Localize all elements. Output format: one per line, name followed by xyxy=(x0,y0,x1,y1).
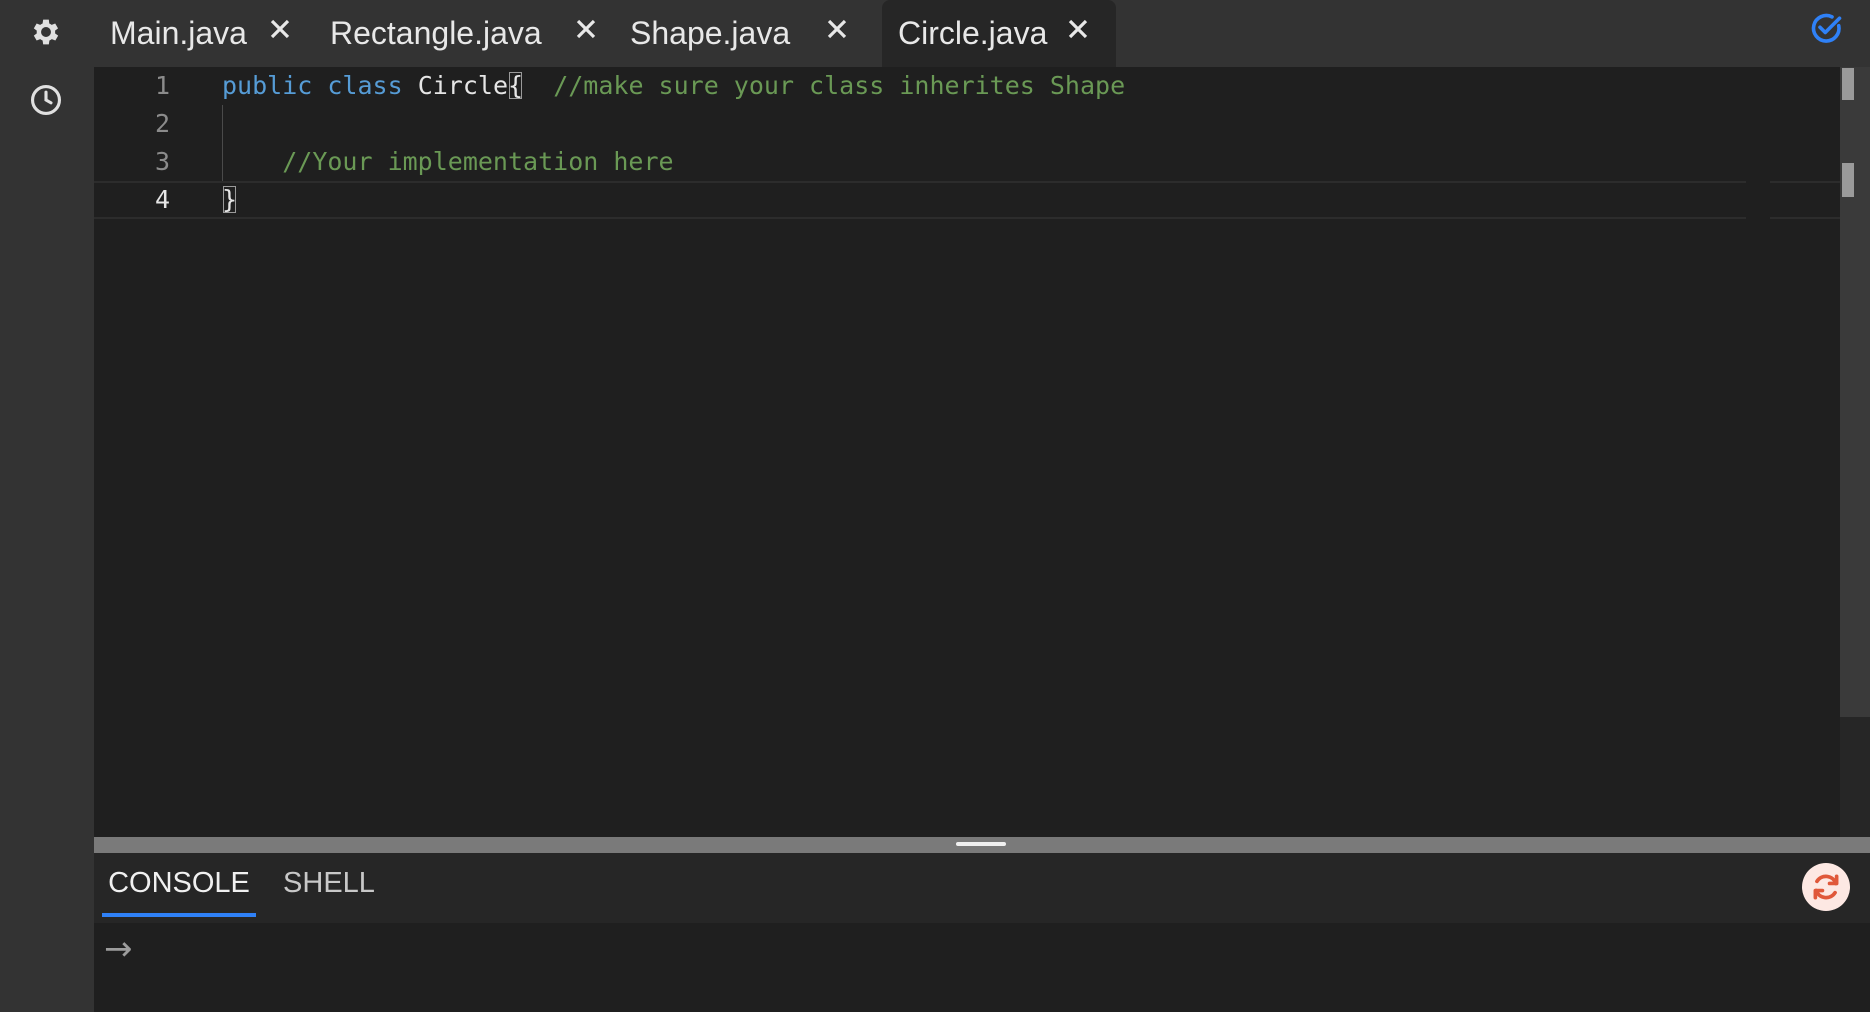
close-icon[interactable] xyxy=(825,17,849,45)
editor-tab-bar: Main.java Rectangle.java Shape.java Circ… xyxy=(94,0,1870,67)
comment-token: //make sure your class inherites Shape xyxy=(553,71,1126,100)
comment-token: //Your implementation here xyxy=(282,147,674,176)
close-icon-svg xyxy=(270,19,290,39)
gear-icon-svg xyxy=(33,19,59,45)
prompt-arrow-icon: → xyxy=(104,929,133,969)
tab-label: Shape.java xyxy=(630,15,791,51)
close-brace-token: } xyxy=(222,185,238,214)
code-line[interactable]: 3 //Your implementation here xyxy=(94,143,1840,181)
tab-console[interactable]: CONSOLE xyxy=(102,853,256,917)
console-output[interactable]: → xyxy=(94,923,1870,1012)
clock-icon-svg xyxy=(30,84,62,116)
console-panel: CONSOLE SHELL → xyxy=(94,853,1870,1012)
code-line[interactable]: 2 xyxy=(94,105,1840,143)
scrollbar-marker xyxy=(1842,163,1854,197)
check-circle-icon[interactable] xyxy=(1806,8,1846,48)
close-icon-svg xyxy=(1068,19,1088,39)
tab-label: Rectangle.java xyxy=(330,15,542,51)
close-icon[interactable] xyxy=(268,17,292,45)
left-rail xyxy=(0,0,94,1012)
tab-shell[interactable]: SHELL xyxy=(278,853,380,913)
keyword-token: class xyxy=(327,71,403,100)
restart-icon[interactable] xyxy=(1802,863,1850,911)
tab-label: Circle.java xyxy=(898,15,1048,51)
restart-icon-svg xyxy=(1813,874,1839,900)
scrollbar-marker xyxy=(1842,68,1854,100)
code-editor[interactable]: 1 public class Circle{ //make sure your … xyxy=(94,67,1840,837)
code-line[interactable]: 1 public class Circle{ //make sure your … xyxy=(94,67,1840,105)
open-brace-token: { xyxy=(508,71,524,100)
panel-resize-handle[interactable] xyxy=(94,837,1870,853)
line-number: 2 xyxy=(154,109,170,138)
tab-label: SHELL xyxy=(283,866,375,899)
code-text[interactable]: //Your implementation here xyxy=(222,143,674,181)
line-number: 4 xyxy=(154,185,170,214)
code-line-current[interactable]: 4 } xyxy=(94,181,1840,219)
close-icon[interactable] xyxy=(1066,17,1090,45)
close-icon-svg xyxy=(576,19,596,39)
close-icon-svg xyxy=(827,19,847,39)
code-text[interactable]: } xyxy=(222,183,237,217)
code-text[interactable]: public class Circle{ //make sure your cl… xyxy=(222,67,1125,105)
ide-window: Main.java Rectangle.java Shape.java Circ… xyxy=(0,0,1870,1012)
class-name-token: Circle xyxy=(417,71,509,100)
line-number: 3 xyxy=(154,147,170,176)
close-icon[interactable] xyxy=(574,17,598,45)
keyword-token: public xyxy=(222,71,313,100)
line-number: 1 xyxy=(154,71,170,100)
editor-scroll-gutter xyxy=(1746,67,1770,837)
tab-label: Main.java xyxy=(110,15,247,51)
gear-icon[interactable] xyxy=(28,14,64,50)
console-tab-bar: CONSOLE SHELL xyxy=(94,853,1870,923)
check-circle-icon-svg xyxy=(1811,13,1842,43)
resize-grip xyxy=(956,842,1006,846)
clock-icon[interactable] xyxy=(28,82,64,118)
tab-rectangle-java[interactable]: Rectangle.java xyxy=(314,0,602,67)
tab-label: CONSOLE xyxy=(108,866,250,899)
